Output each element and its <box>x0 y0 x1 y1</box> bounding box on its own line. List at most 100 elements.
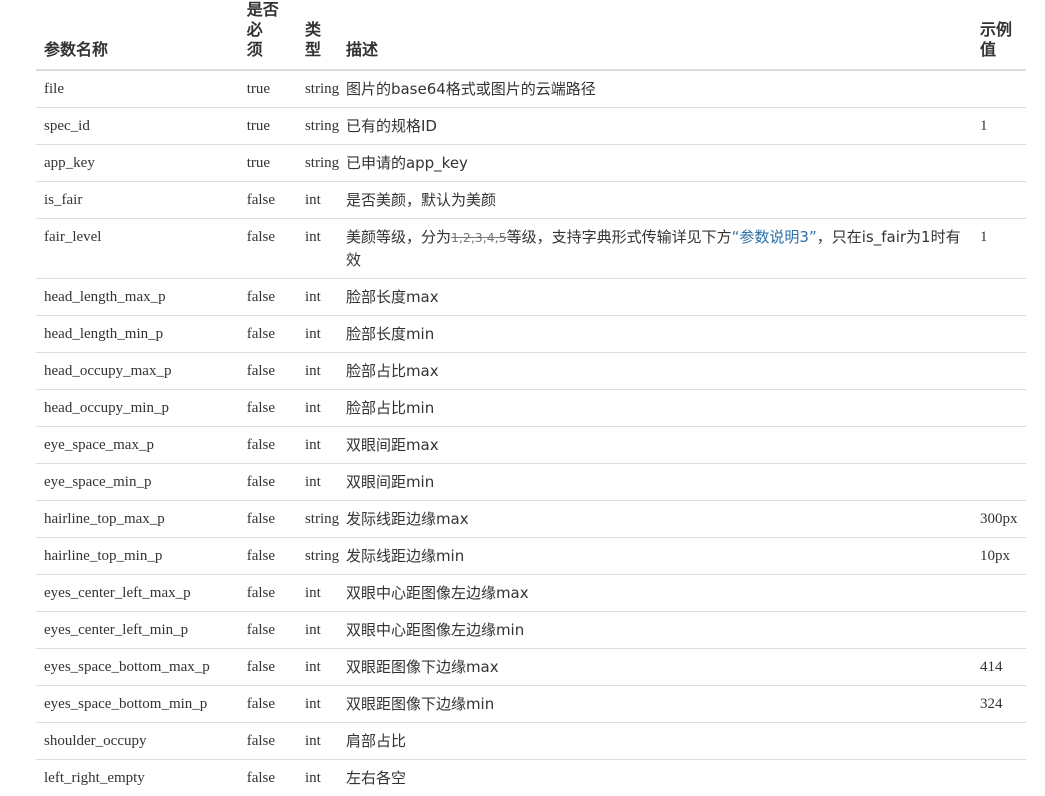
param-name-cell: head_occupy_max_p <box>36 353 239 390</box>
table-row: app_keytruestring已申请的app_key <box>36 145 1026 182</box>
table-row: eyes_space_bottom_max_pfalseint双眼距图像下边缘m… <box>36 649 1026 686</box>
description-cell: 双眼间距min <box>338 464 972 501</box>
table-row: head_occupy_max_pfalseint脸部占比max <box>36 353 1026 390</box>
description-cell: 双眼距图像下边缘min <box>338 686 972 723</box>
description-cell: 双眼中心距图像左边缘min <box>338 612 972 649</box>
header-type: 类型 <box>297 0 338 70</box>
example-cell: 10px <box>972 538 1026 575</box>
required-cell: false <box>239 649 297 686</box>
table-row: eyes_center_left_min_pfalseint双眼中心距图像左边缘… <box>36 612 1026 649</box>
type-cell: int <box>297 353 338 390</box>
required-cell: false <box>239 723 297 760</box>
header-description: 描述 <box>338 0 972 70</box>
example-cell <box>972 279 1026 316</box>
example-cell: 1 <box>972 108 1026 145</box>
param-name-cell: eyes_center_left_min_p <box>36 612 239 649</box>
description-cell: 发际线距边缘max <box>338 501 972 538</box>
type-cell: string <box>297 70 338 108</box>
description-link[interactable]: “参数说明3” <box>732 228 817 246</box>
param-name-cell: head_length_max_p <box>36 279 239 316</box>
table-row: is_fairfalseint是否美颜，默认为美颜 <box>36 182 1026 219</box>
example-cell <box>972 575 1026 612</box>
table-row: head_length_max_pfalseint脸部长度max <box>36 279 1026 316</box>
parameter-table: 参数名称 是否必须 类型 描述 示例值 filetruestring图片的bas… <box>36 0 1026 796</box>
required-cell: false <box>239 279 297 316</box>
required-cell: false <box>239 575 297 612</box>
param-name-cell: fair_level <box>36 219 239 279</box>
type-cell: string <box>297 538 338 575</box>
param-name-cell: eye_space_max_p <box>36 427 239 464</box>
description-cell: 双眼中心距图像左边缘max <box>338 575 972 612</box>
param-name-cell: eyes_center_left_max_p <box>36 575 239 612</box>
param-name-cell: file <box>36 70 239 108</box>
description-middle: 等级，支持字典形式传输详见下方 <box>507 228 732 246</box>
type-cell: int <box>297 279 338 316</box>
required-cell: true <box>239 108 297 145</box>
required-cell: false <box>239 612 297 649</box>
description-prefix: 美颜等级，分为 <box>346 228 451 246</box>
table-row: head_occupy_min_pfalseint脸部占比min <box>36 390 1026 427</box>
description-cell: 双眼间距max <box>338 427 972 464</box>
example-cell <box>972 70 1026 108</box>
param-name-cell: head_length_min_p <box>36 316 239 353</box>
required-cell: false <box>239 464 297 501</box>
description-cell: 脸部长度min <box>338 316 972 353</box>
example-cell <box>972 427 1026 464</box>
table-header: 参数名称 是否必须 类型 描述 示例值 <box>36 0 1026 70</box>
example-cell <box>972 464 1026 501</box>
type-cell: int <box>297 316 338 353</box>
example-cell <box>972 390 1026 427</box>
param-name-cell: hairline_top_max_p <box>36 501 239 538</box>
description-cell: 肩部占比 <box>338 723 972 760</box>
description-cell: 是否美颜，默认为美颜 <box>338 182 972 219</box>
param-name-cell: is_fair <box>36 182 239 219</box>
example-cell <box>972 145 1026 182</box>
description-cell: 双眼距图像下边缘max <box>338 649 972 686</box>
required-cell: false <box>239 182 297 219</box>
description-cell: 已申请的app_key <box>338 145 972 182</box>
param-name-cell: shoulder_occupy <box>36 723 239 760</box>
header-name: 参数名称 <box>36 0 239 70</box>
description-struck-values: 1,2,3,4,5 <box>451 230 507 245</box>
table-row: fair_levelfalseint 美颜等级，分为1,2,3,4,5等级，支持字… <box>36 219 1026 279</box>
header-row: 参数名称 是否必须 类型 描述 示例值 <box>36 0 1026 70</box>
example-cell: 1 <box>972 219 1026 279</box>
type-cell: int <box>297 182 338 219</box>
param-name-cell: eye_space_min_p <box>36 464 239 501</box>
description-cell: 已有的规格ID <box>338 108 972 145</box>
required-cell: false <box>239 316 297 353</box>
example-cell <box>972 316 1026 353</box>
type-cell: int <box>297 219 338 279</box>
type-cell: int <box>297 686 338 723</box>
required-cell: true <box>239 70 297 108</box>
description-cell: 图片的base64格式或图片的云端路径 <box>338 70 972 108</box>
type-cell: int <box>297 575 338 612</box>
type-cell: int <box>297 390 338 427</box>
required-cell: false <box>239 219 297 279</box>
header-required: 是否必须 <box>239 0 297 70</box>
required-cell: false <box>239 390 297 427</box>
table-row: head_length_min_pfalseint脸部长度min <box>36 316 1026 353</box>
table-row: eye_space_max_pfalseint双眼间距max <box>36 427 1026 464</box>
description-cell: 脸部长度max <box>338 279 972 316</box>
description-cell: 发际线距边缘min <box>338 538 972 575</box>
param-name-cell: hairline_top_min_p <box>36 538 239 575</box>
table-row: hairline_top_max_pfalsestring发际线距边缘max30… <box>36 501 1026 538</box>
param-name-cell: spec_id <box>36 108 239 145</box>
table-row: eyes_space_bottom_min_pfalseint双眼距图像下边缘m… <box>36 686 1026 723</box>
required-cell: false <box>239 501 297 538</box>
description-cell: 脸部占比min <box>338 390 972 427</box>
table-row: hairline_top_min_pfalsestring发际线距边缘min10… <box>36 538 1026 575</box>
required-cell: false <box>239 427 297 464</box>
example-cell <box>972 723 1026 760</box>
type-cell: string <box>297 145 338 182</box>
type-cell: int <box>297 612 338 649</box>
type-cell: int <box>297 427 338 464</box>
required-cell: false <box>239 353 297 390</box>
table-body: filetruestring图片的base64格式或图片的云端路径spec_id… <box>36 70 1026 796</box>
type-cell: string <box>297 501 338 538</box>
example-cell: 414 <box>972 649 1026 686</box>
table-row: eyes_center_left_max_pfalseint双眼中心距图像左边缘… <box>36 575 1026 612</box>
example-cell <box>972 612 1026 649</box>
param-name-cell: app_key <box>36 145 239 182</box>
